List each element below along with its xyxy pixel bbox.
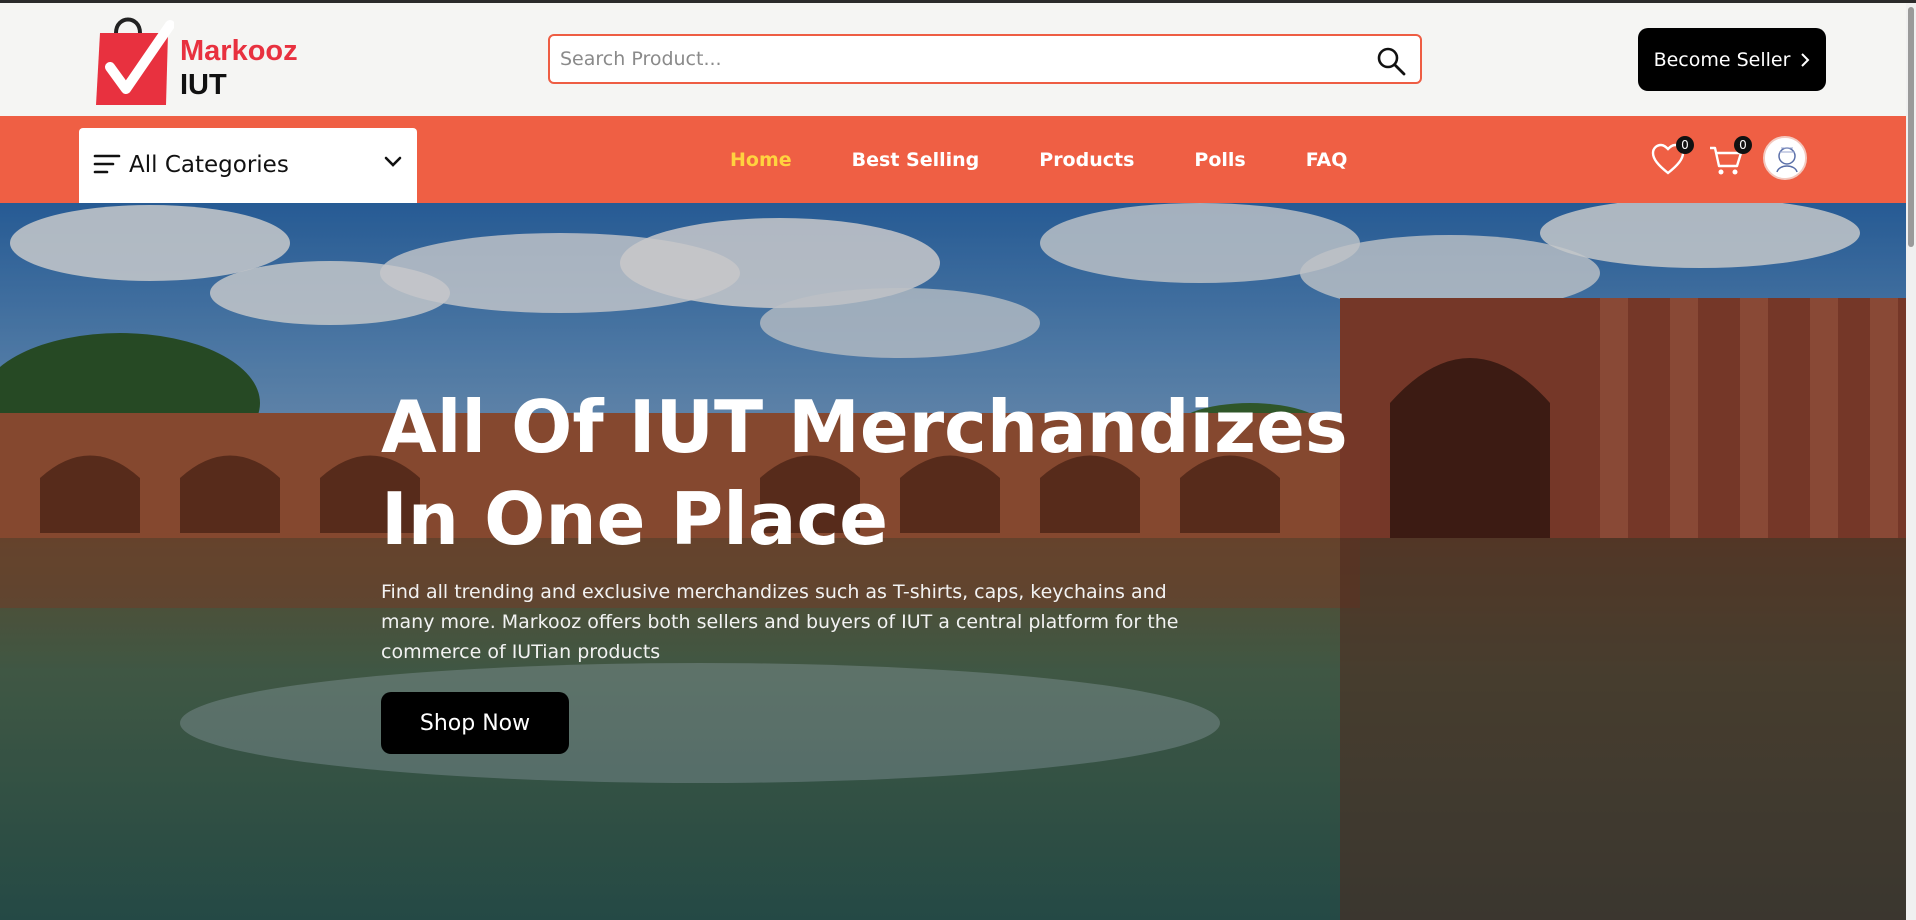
hero-title: All Of IUT Merchandizes In One Place [381, 381, 1348, 565]
cart-count-badge: 0 [1734, 136, 1752, 154]
nav-links: Home Best Selling Products Polls FAQ [730, 116, 1407, 203]
search-icon[interactable] [1376, 46, 1406, 76]
become-seller-label: Become Seller [1653, 48, 1791, 71]
page-scrollbar[interactable] [1906, 3, 1916, 920]
shopping-bag-logo-icon [96, 17, 174, 105]
hero-banner: All Of IUT Merchandizes In One Place Fin… [0, 203, 1906, 920]
wishlist-count-badge: 0 [1676, 136, 1694, 154]
nav-link-faq[interactable]: FAQ [1306, 149, 1348, 171]
nav-link-best-selling[interactable]: Best Selling [852, 149, 980, 171]
brand-subname: IUT [180, 69, 227, 101]
wishlist-button[interactable]: 0 [1650, 136, 1694, 182]
hero-description: Find all trending and exclusive merchand… [381, 581, 1179, 663]
shop-now-button[interactable]: Shop Now [381, 692, 569, 754]
hero-title-line-2: In One Place [381, 477, 889, 561]
chevron-right-icon [1801, 52, 1810, 67]
become-seller-button[interactable]: Become Seller [1638, 28, 1826, 91]
brand-logo[interactable]: Markooz IUT [94, 11, 314, 107]
cart-button[interactable]: 0 [1708, 136, 1752, 182]
nav-link-products[interactable]: Products [1039, 149, 1134, 171]
scrollbar-thumb[interactable] [1908, 7, 1914, 247]
site-header: Markooz IUT Become Seller [0, 3, 1906, 116]
chevron-down-icon [384, 156, 402, 167]
nav-link-home[interactable]: Home [730, 149, 792, 171]
search-box [548, 34, 1422, 84]
hero-title-line-1: All Of IUT Merchandizes [381, 385, 1348, 469]
brand-name: Markooz [180, 35, 298, 67]
nav-link-polls[interactable]: Polls [1194, 149, 1245, 171]
user-avatar[interactable] [1763, 136, 1807, 180]
all-categories-dropdown[interactable]: All Categories [79, 128, 417, 204]
avatar-image [1765, 138, 1805, 178]
main-navbar: All Categories Home Best Selling Product… [0, 116, 1906, 204]
categories-label: All Categories [129, 152, 289, 178]
menu-lines-icon [93, 154, 121, 174]
search-input[interactable] [560, 44, 1360, 74]
